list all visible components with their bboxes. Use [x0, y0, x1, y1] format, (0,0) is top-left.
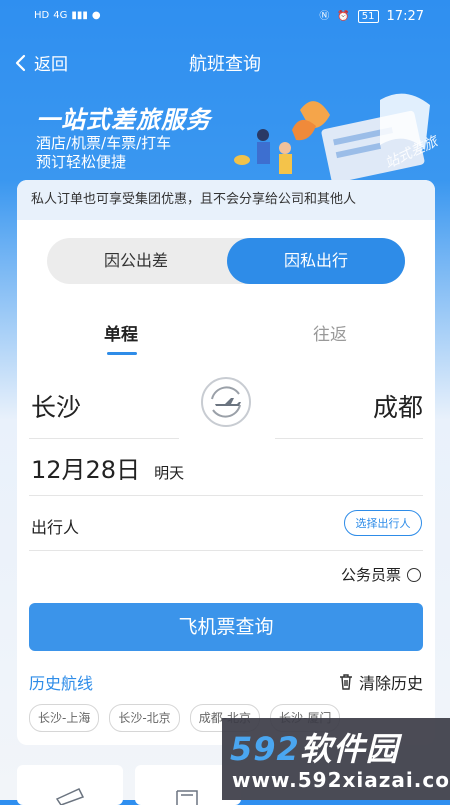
privacy-notice: 私人订单也可享受集团优惠，且不会分享给公司和其他人 [17, 180, 435, 220]
nfc-icon: Ⓝ [319, 10, 330, 22]
departure-city[interactable]: 长沙 [31, 388, 81, 424]
service-tile[interactable] [17, 765, 123, 805]
business-trip-option[interactable]: 因公出差 [47, 238, 225, 284]
watermark-logo: 592软件园 [230, 730, 399, 768]
banner-line-1: 酒店/机票/车票/打车 [36, 134, 172, 152]
select-traveler-button[interactable]: 选择出行人 [344, 510, 422, 536]
search-flights-button[interactable]: 飞机票查询 [29, 603, 423, 651]
clear-history-button[interactable]: 清除历史 [339, 670, 423, 694]
tab-round-trip[interactable]: 往返 [313, 320, 347, 345]
ticket-icon [55, 788, 85, 805]
page-title: 航班查询 [189, 54, 261, 75]
status-bar: HD 4G ▮▮▮ ● Ⓝ ⏰ 51 17:27 [0, 0, 450, 34]
clear-history-label: 清除历史 [358, 674, 423, 693]
travel-type-toggle: 因公出差 因私出行 [47, 238, 405, 284]
swap-cities-button[interactable] [201, 377, 251, 427]
date-relative: 明天 [154, 464, 185, 482]
gov-ticket-option[interactable]: 公务员票 [341, 564, 421, 585]
signal-icon: ▮▮▮ [71, 10, 88, 21]
alarm-icon: ⏰ [337, 10, 350, 22]
gov-ticket-label: 公务员票 [340, 566, 401, 584]
trash-icon [339, 674, 352, 690]
banner-subtitle: 酒店/机票/车票/打车 预订轻松便捷 [36, 134, 171, 172]
document-icon [176, 790, 198, 805]
watermark-url: www.592xiazai.com [232, 768, 450, 792]
divider [29, 550, 423, 551]
promo-banner[interactable]: 一站式差旅服务 酒店/机票/车票/打车 预订轻松便捷 站式差旅 [0, 90, 450, 185]
battery-indicator: 51 [357, 10, 379, 23]
tab-indicator [107, 352, 137, 355]
hd-icon: HD [34, 10, 50, 21]
plane-swap-icon [211, 386, 241, 418]
divider [29, 495, 423, 496]
traveler-label: 出行人 [31, 518, 80, 537]
trip-type-tabs: 单程 往返 [17, 310, 435, 360]
arrival-underline [275, 438, 423, 439]
history-route-chip[interactable]: 长沙-北京 [109, 704, 180, 732]
flight-search-card: 私人订单也可享受集团优惠，且不会分享给公司和其他人 因公出差 因私出行 单程 往… [17, 180, 435, 745]
departure-date[interactable]: 12月28日 明天 [31, 450, 184, 490]
site-watermark: 592软件园 www.592xiazai.com [222, 718, 450, 800]
banner-line-2: 预订轻松便捷 [36, 153, 127, 171]
date-value: 12月28日 [31, 456, 141, 484]
private-trip-option[interactable]: 因私出行 [227, 238, 405, 284]
nav-bar: 返回 航班查询 [0, 40, 450, 82]
arrival-city[interactable]: 成都 [373, 388, 423, 424]
history-header: 历史航线 清除历史 [29, 670, 423, 694]
history-route-chip[interactable]: 长沙-上海 [29, 704, 100, 732]
history-title: 历史航线 [29, 674, 94, 693]
gov-ticket-radio[interactable] [407, 567, 421, 582]
tab-one-way[interactable]: 单程 [104, 320, 138, 345]
message-icon: ● [91, 10, 101, 21]
clock: 17:27 [386, 9, 424, 24]
network-4g-icon: 4G [53, 10, 68, 21]
departure-underline [29, 438, 179, 439]
banner-headline: 一站式差旅服务 [36, 106, 211, 134]
